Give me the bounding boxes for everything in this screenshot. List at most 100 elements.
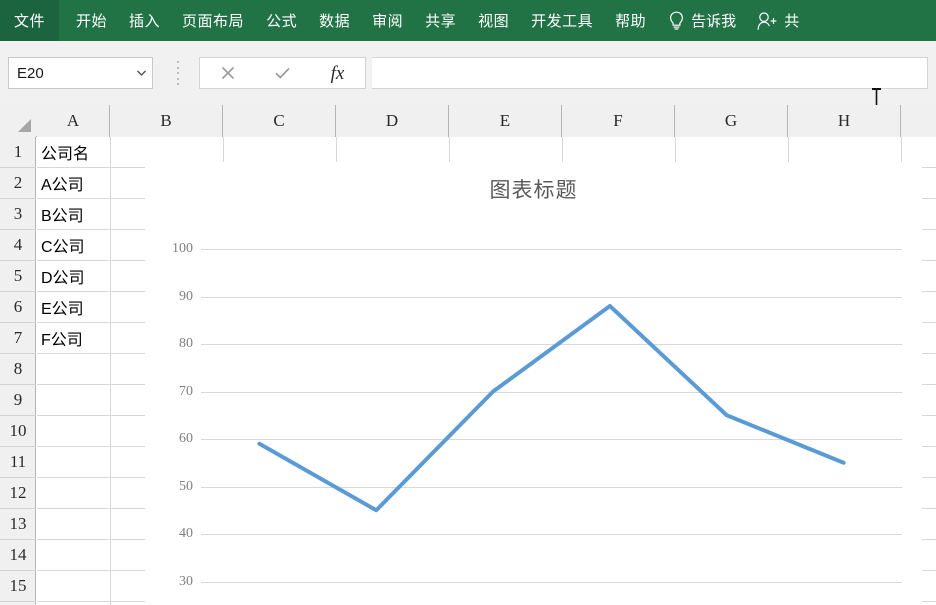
- row-header-9-label: 9: [14, 390, 23, 410]
- grip-dot: [177, 61, 179, 63]
- tell-me-label: 告诉我: [691, 10, 736, 31]
- cell-a3[interactable]: B公司: [37, 199, 110, 229]
- ribbon-tab-formulas[interactable]: 公式: [255, 0, 308, 41]
- ribbon-tab-data-label: 数据: [319, 10, 350, 31]
- ribbon-tab-share[interactable]: 共享: [414, 0, 467, 41]
- chevron-down-icon[interactable]: [130, 70, 152, 76]
- column-header-c[interactable]: C: [223, 105, 336, 137]
- excel-window: 文件 开始 插入 页面布局 公式 数据 审阅 共享 视图 开发工具 帮: [0, 0, 936, 605]
- worksheet-grid: A B C D E F G H: [0, 105, 936, 605]
- row-header-10-label: 10: [10, 421, 27, 441]
- cell-a1-text: 公司名: [41, 140, 89, 164]
- cell-a4-text: C公司: [41, 233, 85, 257]
- cancel-entry-button[interactable]: [200, 58, 255, 88]
- ribbon-tab-file[interactable]: 文件: [0, 0, 59, 41]
- cell-a1[interactable]: 公司名: [37, 137, 110, 167]
- formula-bar-grip[interactable]: [176, 61, 180, 85]
- cell-a2[interactable]: A公司: [37, 168, 110, 198]
- row-header-2[interactable]: 2: [0, 168, 36, 199]
- name-box-value: E20: [9, 66, 130, 81]
- chart-object[interactable]: 图表标题 1009080706050403020100 A公司B公司C公司D公司…: [145, 162, 922, 605]
- ribbon-tab-view[interactable]: 视图: [467, 0, 520, 41]
- row-header-13[interactable]: 13: [0, 509, 36, 540]
- row-header-15[interactable]: 15: [0, 571, 36, 602]
- chart-plot-area: 1009080706050403020100 A公司B公司C公司D公司E公司F公…: [145, 162, 922, 605]
- ribbon-tab-help-label: 帮助: [615, 10, 646, 31]
- chart-series-line[interactable]: [259, 306, 843, 510]
- grip-dot: [177, 72, 179, 74]
- row-header-4-label: 4: [14, 235, 23, 255]
- insert-function-button[interactable]: fx: [310, 58, 365, 88]
- ribbon-tab-data[interactable]: 数据: [308, 0, 361, 41]
- row-header-11-label: 11: [10, 452, 26, 472]
- confirm-entry-button[interactable]: [255, 58, 310, 88]
- column-header-a[interactable]: A: [37, 105, 110, 137]
- row-header-7[interactable]: 7: [0, 323, 36, 354]
- ribbon-tab-insert-label: 插入: [129, 10, 160, 31]
- select-all-triangle-icon: [18, 119, 31, 132]
- ribbon-tab-review[interactable]: 审阅: [361, 0, 414, 41]
- column-header-f-label: F: [613, 111, 622, 131]
- column-header-d[interactable]: D: [336, 105, 449, 137]
- row-header-4[interactable]: 4: [0, 230, 36, 261]
- cell-a5-text: D公司: [41, 264, 85, 288]
- cell-a2-text: A公司: [41, 171, 84, 195]
- grip-dot: [177, 83, 179, 85]
- column-header-h[interactable]: H: [788, 105, 901, 137]
- cell-a6[interactable]: E公司: [37, 292, 110, 322]
- column-header-h-label: H: [838, 111, 850, 131]
- row-header-6[interactable]: 6: [0, 292, 36, 323]
- row-header-12[interactable]: 12: [0, 478, 36, 509]
- ribbon-tab-developer[interactable]: 开发工具: [520, 0, 604, 41]
- tell-me-box[interactable]: 告诉我: [657, 0, 742, 41]
- cell-a5[interactable]: D公司: [37, 261, 110, 291]
- row-header-9[interactable]: 9: [0, 385, 36, 416]
- ribbon-tab-formulas-label: 公式: [266, 10, 297, 31]
- cell-a7-text: F公司: [41, 326, 83, 350]
- column-header-e-label: E: [500, 111, 510, 131]
- row-header-12-label: 12: [10, 483, 27, 503]
- cell-a6-text: E公司: [41, 295, 84, 319]
- row-header-11[interactable]: 11: [0, 447, 36, 478]
- select-all-button[interactable]: [0, 105, 36, 137]
- row-header-3[interactable]: 3: [0, 199, 36, 230]
- ribbon-tab-insert[interactable]: 插入: [118, 0, 171, 41]
- column-header-b[interactable]: B: [110, 105, 223, 137]
- ribbon-tab-help[interactable]: 帮助: [604, 0, 657, 41]
- row-header-7-label: 7: [14, 328, 23, 348]
- column-header-partial[interactable]: [901, 105, 936, 137]
- column-header-a-label: A: [67, 111, 79, 131]
- cell-a7[interactable]: F公司: [37, 323, 110, 353]
- row-header-5[interactable]: 5: [0, 261, 36, 292]
- cells-area[interactable]: 公司名 A公司 B公司 C公司 D公司 E公司 F公司 图表标题 1009080…: [37, 137, 936, 605]
- formula-input[interactable]: [372, 57, 928, 89]
- row-header-3-label: 3: [14, 204, 23, 224]
- ribbon-tab-home[interactable]: 开始: [65, 0, 118, 41]
- row-header-column: 1 2 3 4 5 6 7 8 9 10 11 12 13 14 15 16: [0, 137, 36, 605]
- row-header-10[interactable]: 10: [0, 416, 36, 447]
- row-header-8[interactable]: 8: [0, 354, 36, 385]
- row-header-14[interactable]: 14: [0, 540, 36, 571]
- ribbon-tab-home-label: 开始: [76, 10, 107, 31]
- column-header-f[interactable]: F: [562, 105, 675, 137]
- share-button[interactable]: 共: [742, 0, 803, 41]
- name-box[interactable]: E20: [8, 57, 153, 89]
- cell-a4[interactable]: C公司: [37, 230, 110, 260]
- grip-dot: [177, 67, 179, 69]
- ribbon-tab-bar: 文件 开始 插入 页面布局 公式 数据 审阅 共享 视图 开发工具 帮: [0, 0, 936, 41]
- row-header-5-label: 5: [14, 266, 23, 286]
- column-header-d-label: D: [386, 111, 398, 131]
- check-icon: [274, 65, 291, 81]
- column-header-e[interactable]: E: [449, 105, 562, 137]
- column-header-g[interactable]: G: [675, 105, 788, 137]
- ribbon-tab-view-label: 视图: [478, 10, 509, 31]
- ribbon-tab-page-layout[interactable]: 页面布局: [171, 0, 255, 41]
- close-icon: [220, 65, 236, 81]
- row-header-15-label: 15: [10, 576, 27, 596]
- row-header-1[interactable]: 1: [0, 137, 36, 168]
- grip-dot: [177, 78, 179, 80]
- ribbon-tab-review-label: 审阅: [372, 10, 403, 31]
- share-label: 共: [784, 10, 799, 31]
- person-add-icon: [756, 11, 778, 31]
- row-header-14-label: 14: [10, 545, 27, 565]
